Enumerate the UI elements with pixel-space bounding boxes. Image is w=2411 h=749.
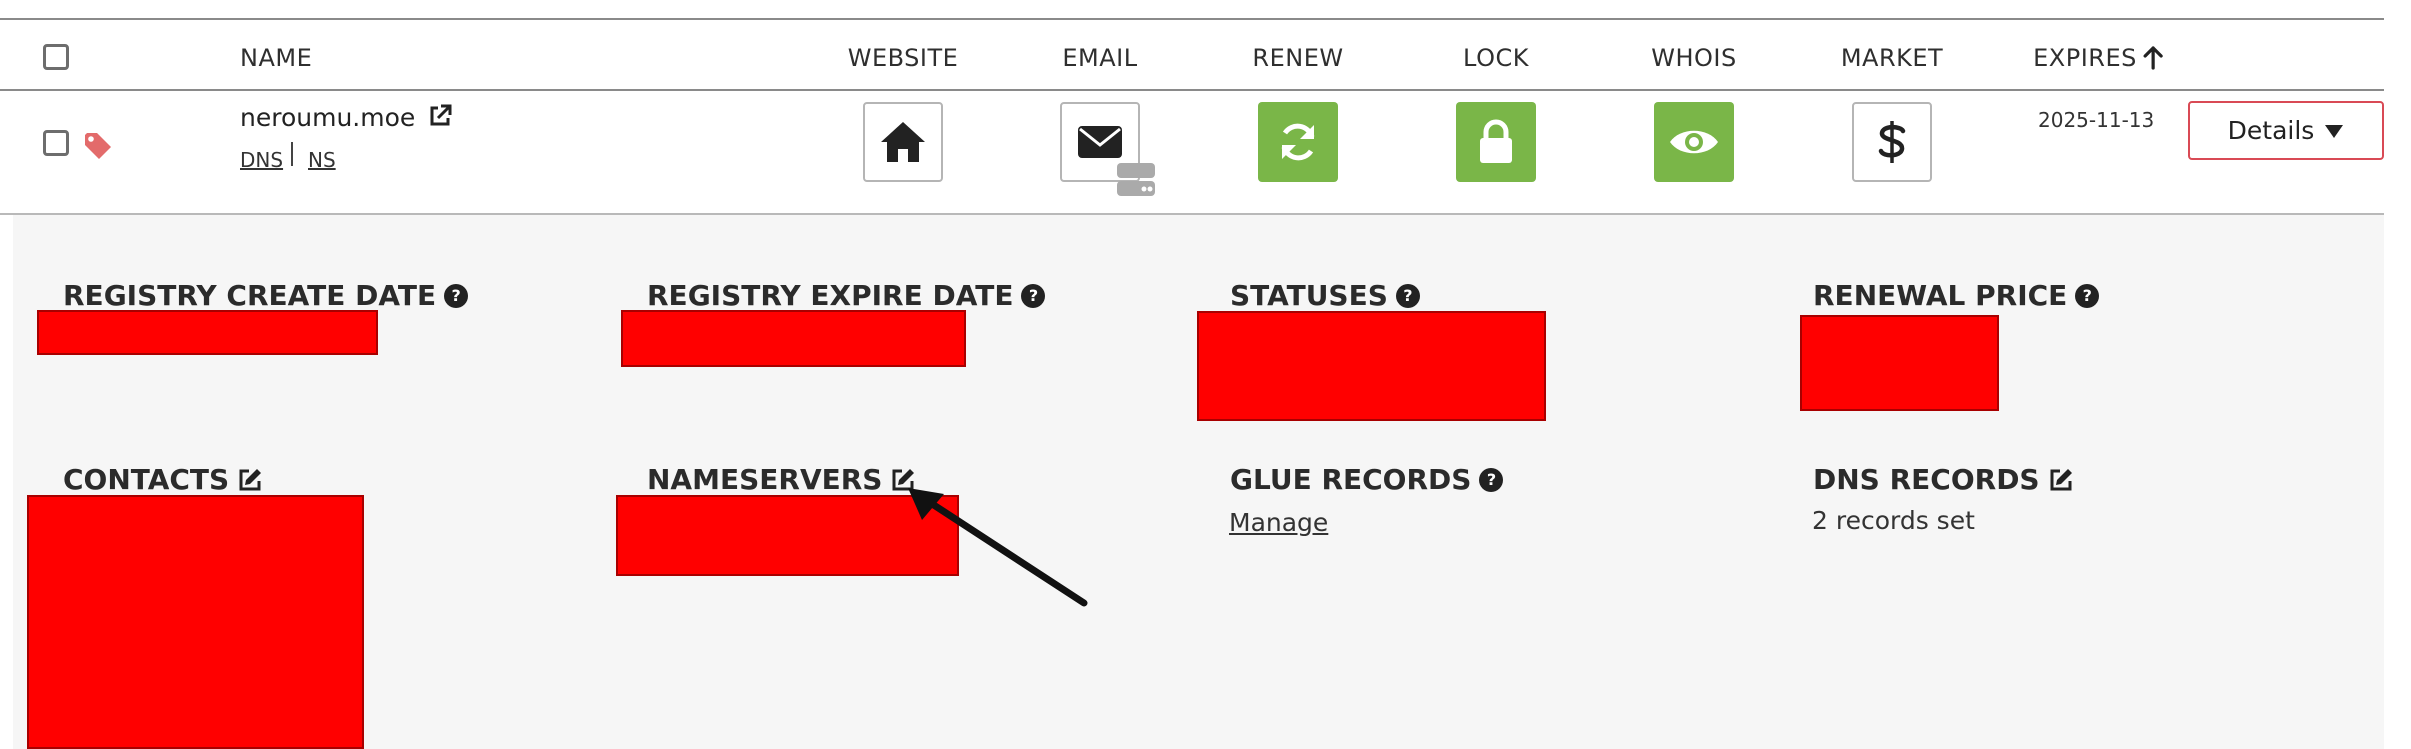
registry-create-date-text: REGISTRY CREATE DATE: [63, 279, 437, 312]
redacted-statuses: [1197, 311, 1546, 421]
website-button[interactable]: [863, 102, 943, 182]
statuses-text: STATUSES: [1230, 279, 1388, 312]
registry-expire-date-label: REGISTRY EXPIRE DATE ?: [647, 279, 1046, 312]
redacted-renewal-price: [1800, 315, 1999, 411]
details-button-label: Details: [2227, 116, 2315, 145]
edit-icon[interactable]: [2048, 467, 2074, 493]
home-icon: [879, 120, 927, 164]
renewal-price-text: RENEWAL PRICE: [1813, 279, 2068, 312]
link-separator: [291, 142, 293, 166]
column-header-market[interactable]: MARKET: [1841, 44, 1943, 72]
registry-expire-date-text: REGISTRY EXPIRE DATE: [647, 279, 1014, 312]
market-button[interactable]: [1852, 102, 1932, 182]
details-button[interactable]: Details: [2188, 101, 2384, 160]
glue-records-label: GLUE RECORDS ?: [1230, 463, 1504, 496]
email-button[interactable]: [1060, 102, 1155, 196]
dns-link[interactable]: DNS: [240, 148, 283, 172]
glue-records-text: GLUE RECORDS: [1230, 463, 1472, 496]
redacted-registry-expire-date: [621, 310, 966, 367]
tag-icon[interactable]: [83, 131, 113, 166]
redacted-contacts: [27, 495, 364, 749]
expires-date: 2025-11-13: [2038, 108, 2155, 132]
renew-button[interactable]: [1258, 102, 1338, 182]
envelope-icon: [1077, 125, 1123, 159]
nameservers-text: NAMESERVERS: [647, 463, 883, 496]
refresh-icon: [1276, 120, 1320, 164]
contacts-label: CONTACTS: [63, 463, 263, 496]
dns-records-text: DNS RECORDS: [1813, 463, 2040, 496]
dns-records-value: 2 records set: [1812, 506, 1975, 535]
external-link-icon[interactable]: [427, 103, 453, 129]
table-top-rule: [0, 18, 2384, 20]
annotation-arrow: [908, 488, 1088, 607]
help-icon[interactable]: ?: [444, 283, 469, 308]
help-icon[interactable]: ?: [1395, 283, 1420, 308]
column-header-whois[interactable]: WHOIS: [1651, 44, 1736, 72]
statuses-label: STATUSES ?: [1230, 279, 1420, 312]
domain-name-text: neroumu.moe: [240, 103, 416, 132]
help-icon[interactable]: ?: [1479, 467, 1504, 492]
eye-icon: [1668, 125, 1720, 159]
dns-records-label: DNS RECORDS: [1813, 463, 2074, 496]
expires-header-label: EXPIRES: [2033, 44, 2137, 72]
column-header-expires[interactable]: EXPIRES: [2033, 44, 2163, 72]
renewal-price-label: RENEWAL PRICE ?: [1813, 279, 2100, 312]
select-all-checkbox[interactable]: [43, 44, 69, 70]
column-header-renew[interactable]: RENEW: [1252, 44, 1343, 72]
column-header-name[interactable]: NAME: [240, 44, 312, 72]
lock-icon: [1477, 119, 1515, 165]
column-header-website[interactable]: WEBSITE: [848, 44, 959, 72]
email-server-icon: [1116, 162, 1156, 198]
column-header-lock[interactable]: LOCK: [1463, 44, 1529, 72]
dollar-icon: [1877, 119, 1907, 165]
ns-link[interactable]: NS: [308, 148, 336, 172]
whois-button[interactable]: [1654, 102, 1734, 182]
glue-records-manage-link[interactable]: Manage: [1229, 508, 1328, 537]
column-header-email[interactable]: EMAIL: [1062, 44, 1137, 72]
help-icon[interactable]: ?: [2075, 283, 2100, 308]
redacted-registry-create-date: [37, 310, 378, 355]
contacts-text: CONTACTS: [63, 463, 230, 496]
caret-down-icon: [2324, 123, 2344, 139]
nameservers-label: NAMESERVERS: [647, 463, 916, 496]
domain-name: neroumu.moe: [240, 103, 453, 132]
arrow-up-icon: [2143, 46, 2163, 70]
help-icon[interactable]: ?: [1021, 283, 1046, 308]
lock-button[interactable]: [1456, 102, 1536, 182]
row-checkbox[interactable]: [43, 130, 69, 156]
registry-create-date-label: REGISTRY CREATE DATE ?: [63, 279, 469, 312]
header-bottom-rule: [0, 89, 2384, 91]
edit-icon[interactable]: [237, 467, 263, 493]
